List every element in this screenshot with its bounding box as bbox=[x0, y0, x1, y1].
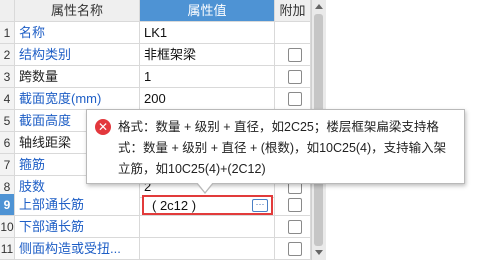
row-name[interactable]: 名称 bbox=[15, 22, 140, 44]
value-editor[interactable]: ( 2c12 ) ··· bbox=[142, 195, 273, 215]
row-value[interactable]: 200 bbox=[140, 88, 275, 110]
table-row[interactable]: 3 跨数量 1 bbox=[0, 66, 311, 88]
format-tooltip: ✕ 格式：数量 + 级别 + 直径，如2C25；楼层框架扁梁支持格式：数量 + … bbox=[86, 109, 465, 184]
table-row[interactable]: 11 侧面构造或受扭... bbox=[0, 238, 311, 260]
header-name[interactable]: 属性名称 bbox=[15, 0, 140, 22]
row-name[interactable]: 跨数量 bbox=[15, 66, 140, 88]
row-value[interactable] bbox=[140, 238, 275, 260]
scroll-up-icon[interactable] bbox=[315, 4, 323, 9]
row-number: 7 bbox=[0, 154, 15, 176]
row-number: 6 bbox=[0, 132, 15, 154]
header-add[interactable]: 附加 bbox=[275, 0, 311, 22]
row-name[interactable]: 下部通长筋 bbox=[15, 216, 140, 238]
add-checkbox[interactable] bbox=[288, 198, 302, 212]
table-row[interactable]: 2 结构类别 非框架梁 bbox=[0, 44, 311, 66]
header-row: 属性名称 属性值 附加 bbox=[0, 0, 311, 22]
error-icon: ✕ bbox=[95, 119, 111, 135]
add-checkbox[interactable] bbox=[288, 48, 302, 62]
table-row[interactable]: 1 名称 LK1 bbox=[0, 22, 311, 44]
row-add-cell bbox=[275, 238, 311, 260]
value-editor-text[interactable]: ( 2c12 ) bbox=[152, 198, 196, 214]
row-add-cell bbox=[275, 44, 311, 66]
tooltip-arrow-fill bbox=[197, 182, 213, 192]
add-checkbox[interactable] bbox=[288, 220, 302, 234]
add-checkbox[interactable] bbox=[288, 70, 302, 84]
row-number: 4 bbox=[0, 88, 15, 110]
row-number: 1 bbox=[0, 22, 15, 44]
row-name[interactable]: 侧面构造或受扭... bbox=[15, 238, 140, 260]
row-number: 3 bbox=[0, 66, 15, 88]
row-add-cell bbox=[275, 194, 311, 216]
header-corner bbox=[0, 0, 15, 22]
row-value[interactable]: LK1 bbox=[140, 22, 275, 44]
table-row[interactable]: 4 截面宽度(mm) 200 bbox=[0, 88, 311, 110]
tooltip-text: 格式：数量 + 级别 + 直径，如2C25；楼层框架扁梁支持格式：数量 + 级别… bbox=[118, 120, 447, 176]
add-checkbox[interactable] bbox=[288, 92, 302, 106]
row-add-cell bbox=[275, 88, 311, 110]
row-name[interactable]: 上部通长筋 bbox=[15, 194, 140, 216]
row-number: 9 bbox=[0, 194, 15, 216]
row-add-cell bbox=[275, 66, 311, 88]
scroll-down-icon[interactable] bbox=[315, 250, 323, 255]
row-add-cell bbox=[275, 22, 311, 44]
ellipsis-button[interactable]: ··· bbox=[252, 199, 268, 212]
row-name[interactable]: 截面宽度(mm) bbox=[15, 88, 140, 110]
row-value[interactable]: 非框架梁 bbox=[140, 44, 275, 66]
row-value[interactable] bbox=[140, 216, 275, 238]
row-number: 2 bbox=[0, 44, 15, 66]
row-name[interactable]: 结构类别 bbox=[15, 44, 140, 66]
header-value[interactable]: 属性值 bbox=[140, 0, 275, 22]
row-value[interactable]: 1 bbox=[140, 66, 275, 88]
table-row[interactable]: 10 下部通长筋 bbox=[0, 216, 311, 238]
row-number: 11 bbox=[0, 238, 15, 260]
row-add-cell bbox=[275, 216, 311, 238]
row-number: 5 bbox=[0, 110, 15, 132]
add-checkbox[interactable] bbox=[288, 242, 302, 256]
row-number: 10 bbox=[0, 216, 15, 238]
